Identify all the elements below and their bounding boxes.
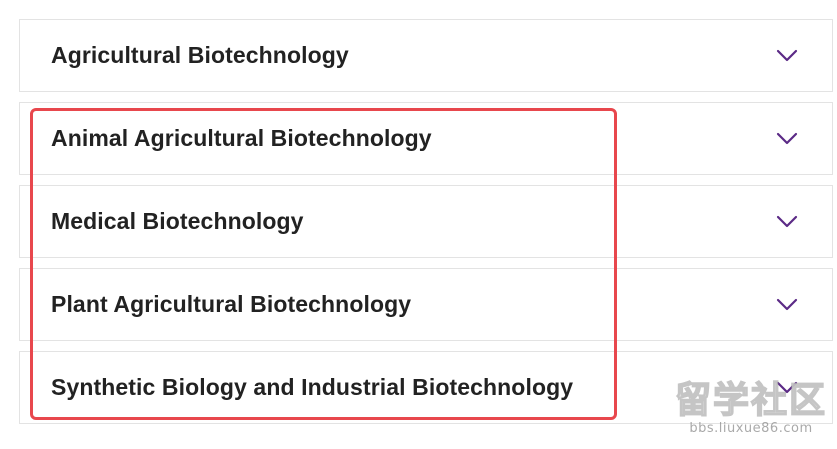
accordion-item-synthetic-biology[interactable]: Synthetic Biology and Industrial Biotech… xyxy=(19,351,833,424)
chevron-down-icon[interactable] xyxy=(776,132,798,146)
accordion-item-label: Animal Agricultural Biotechnology xyxy=(51,125,432,151)
chevron-down-icon[interactable] xyxy=(776,381,798,395)
chevron-down-icon[interactable] xyxy=(776,49,798,63)
accordion-item-animal-agricultural-biotechnology[interactable]: Animal Agricultural Biotechnology xyxy=(19,102,833,175)
accordion-item-label: Medical Biotechnology xyxy=(51,208,304,234)
accordion-item-agricultural-biotechnology[interactable]: Agricultural Biotechnology xyxy=(19,19,833,92)
accordion-item-plant-agricultural-biotechnology[interactable]: Plant Agricultural Biotechnology xyxy=(19,268,833,341)
accordion-item-label: Plant Agricultural Biotechnology xyxy=(51,291,412,317)
accordion: Agricultural Biotechnology Animal Agricu… xyxy=(19,19,833,424)
accordion-item-medical-biotechnology[interactable]: Medical Biotechnology xyxy=(19,185,833,258)
accordion-item-label: Synthetic Biology and Industrial Biotech… xyxy=(51,374,574,400)
chevron-down-icon[interactable] xyxy=(776,298,798,312)
accordion-item-label: Agricultural Biotechnology xyxy=(51,42,349,68)
chevron-down-icon[interactable] xyxy=(776,215,798,229)
